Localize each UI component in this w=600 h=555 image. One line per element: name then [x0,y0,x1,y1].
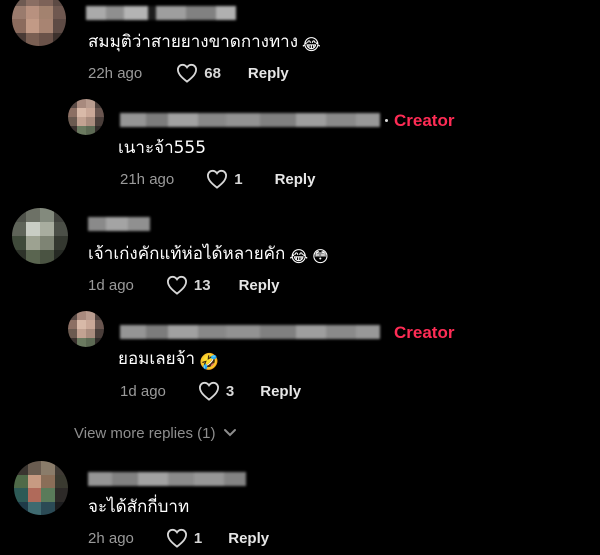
view-more-replies-button[interactable]: View more replies (1) [74,423,237,443]
rolling-laughing-emoji-icon: 🤣 [199,352,219,371]
avatar[interactable] [12,208,68,264]
comment-text-content: เจ้าเก่งคักแท้ห่อได้หลายคัก [88,244,286,264]
comment-text-content: สมมุติว่าสายยางขาดกางทาง [88,32,299,52]
like-count: 1 [193,529,203,547]
timestamp: 22h ago [88,64,143,82]
like-button[interactable]: 13 [166,275,211,295]
username-redacted[interactable] [120,325,380,339]
like-button[interactable]: 1 [206,169,243,189]
comment-meta: 21h ago 1 Reply [120,167,315,191]
chevron-down-icon [224,429,237,437]
reply-button[interactable]: Reply [248,65,289,82]
like-count: 13 [193,276,211,294]
reply-button[interactable]: Reply [228,530,269,547]
comment-meta: 22h ago 68 Reply [88,61,289,85]
avatar[interactable] [68,99,104,135]
separator-dot [385,119,388,122]
username-redacted[interactable] [88,472,246,486]
reply-button[interactable]: Reply [239,277,280,294]
heart-outline-icon [207,169,228,189]
like-button[interactable]: 68 [176,63,221,83]
laughing-emoji-icon: 😂 [289,247,309,266]
like-count: 3 [225,382,235,400]
comment-text: จะได้สักกี่บาท [88,497,190,517]
avatar[interactable] [12,0,66,46]
heart-outline-icon [177,63,198,83]
flushed-emoji-icon: 😳 [312,247,329,266]
comment-meta: 1d ago 3 Reply [120,379,301,403]
timestamp: 1d ago [120,382,166,400]
comment-text: เนาะจ้า555 [118,138,207,158]
creator-badge: Creator [394,323,455,342]
comment-text: ยอมเลยจ้า 🤣 [118,347,219,371]
comment-text: เจ้าเก่งคักแท้ห่อได้หลายคัก 😂 😳 [88,242,329,266]
comment-text: สมมุติว่าสายยางขาดกางทาง 😂 [88,30,321,54]
heart-outline-icon [166,528,187,548]
heart-outline-icon [166,275,187,295]
timestamp: 1d ago [88,276,134,294]
reply-button[interactable]: Reply [275,171,316,188]
username-redacted[interactable] [88,217,150,231]
username-redacted[interactable] [120,113,380,127]
like-count: 1 [234,170,243,188]
timestamp: 2h ago [88,529,134,547]
like-count: 68 [204,64,221,82]
like-button[interactable]: 1 [166,528,202,548]
timestamp: 21h ago [120,170,175,188]
comment-text-content: ยอมเลยจ้า [118,349,196,369]
avatar[interactable] [14,461,68,515]
heart-outline-icon [198,381,219,401]
view-more-replies-label: View more replies (1) [74,424,216,442]
laughing-emoji-icon: 😂 [302,35,321,54]
comment-meta: 1d ago 13 Reply [88,273,279,297]
like-button[interactable]: 3 [198,381,234,401]
reply-button[interactable]: Reply [260,383,301,400]
creator-badge: Creator [394,111,455,130]
avatar[interactable] [68,311,104,347]
comment-meta: 2h ago 1 Reply [88,526,269,550]
username-redacted[interactable] [86,6,236,20]
